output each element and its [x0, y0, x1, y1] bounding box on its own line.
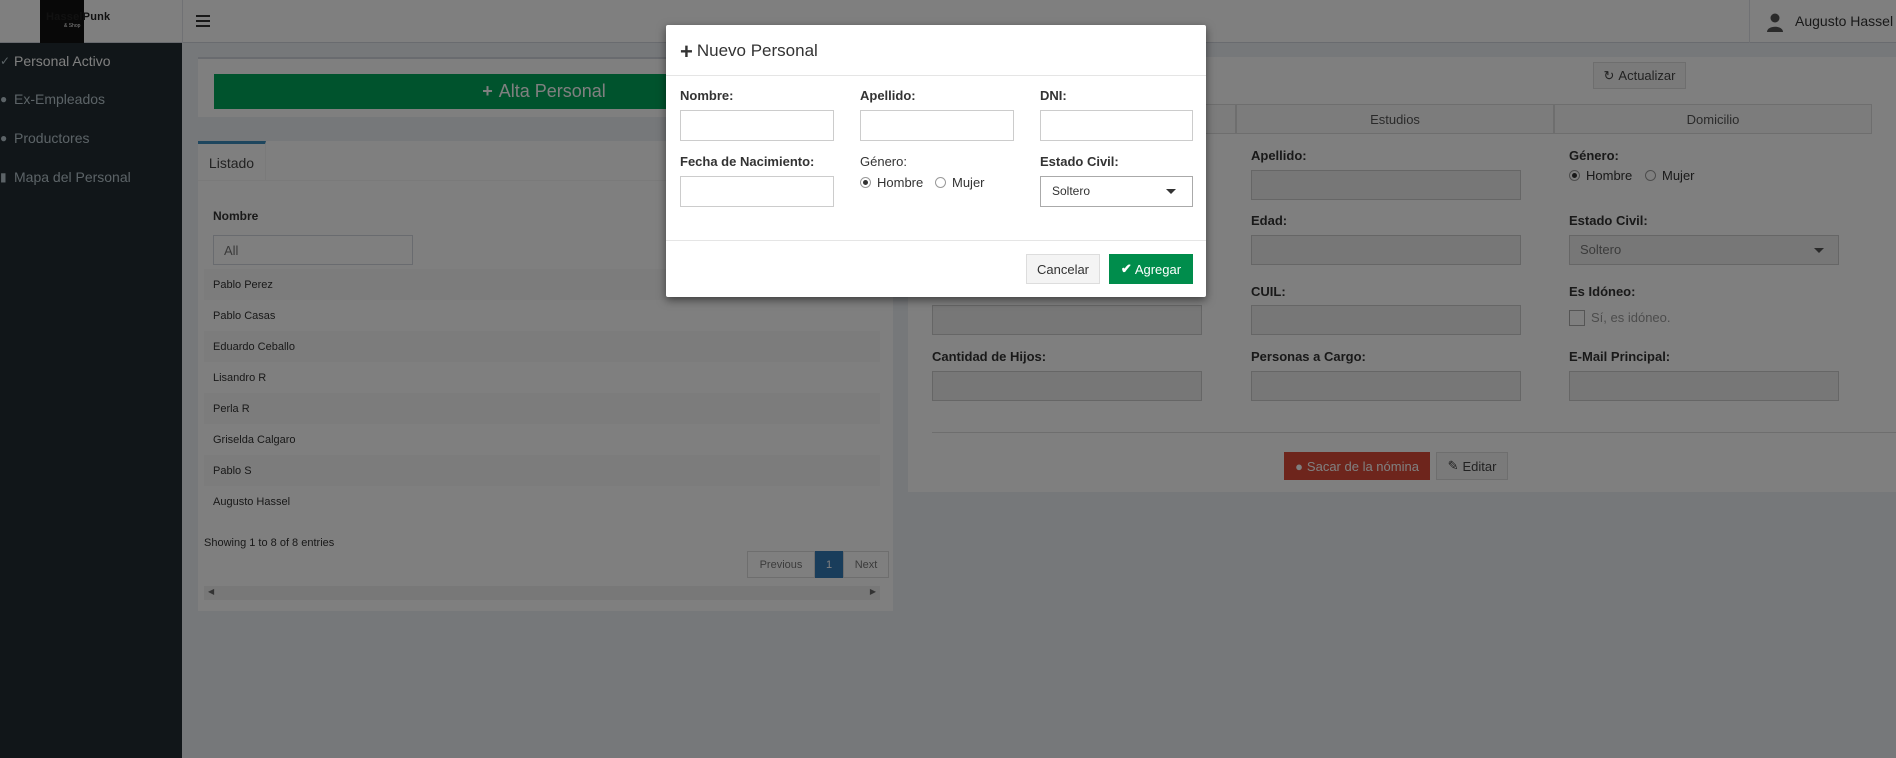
check-icon: ✔: [1120, 261, 1132, 276]
modal-title-text: Nuevo Personal: [696, 41, 818, 60]
radio-icon: [935, 177, 946, 188]
agregar-button[interactable]: ✔ Agregar: [1109, 254, 1193, 284]
fecha-nacimiento-field[interactable]: [680, 176, 834, 207]
agregar-label: Agregar: [1134, 261, 1182, 277]
modal-title: + Nuevo Personal: [680, 38, 818, 64]
estado-civil-select[interactable]: Soltero: [1040, 176, 1193, 207]
apellido-label: Apellido:: [860, 88, 916, 103]
nombre-field[interactable]: [680, 110, 834, 141]
genero-label: Género:: [860, 154, 907, 169]
apellido-field[interactable]: [860, 110, 1014, 141]
select-value: Soltero: [1052, 184, 1091, 198]
cancelar-button[interactable]: Cancelar: [1026, 254, 1100, 284]
genero-hombre-radio[interactable]: Hombre: [860, 175, 923, 190]
nombre-label: Nombre:: [680, 88, 734, 103]
plus-icon: +: [680, 38, 693, 64]
radio-label: Mujer: [952, 175, 985, 190]
dni-label: DNI:: [1040, 88, 1067, 103]
dni-field[interactable]: [1040, 110, 1193, 141]
fecha-nacimiento-label: Fecha de Nacimiento:: [680, 154, 815, 169]
genero-mujer-radio[interactable]: Mujer: [935, 175, 985, 190]
nuevo-personal-modal: + Nuevo Personal Nombre: Apellido: DNI: …: [666, 25, 1206, 297]
divider: [666, 240, 1206, 241]
radio-label: Hombre: [877, 175, 924, 190]
caret-down-icon: [1166, 189, 1176, 194]
estado-civil-label: Estado Civil:: [1040, 154, 1119, 169]
radio-icon: [860, 177, 871, 188]
divider: [666, 75, 1206, 76]
